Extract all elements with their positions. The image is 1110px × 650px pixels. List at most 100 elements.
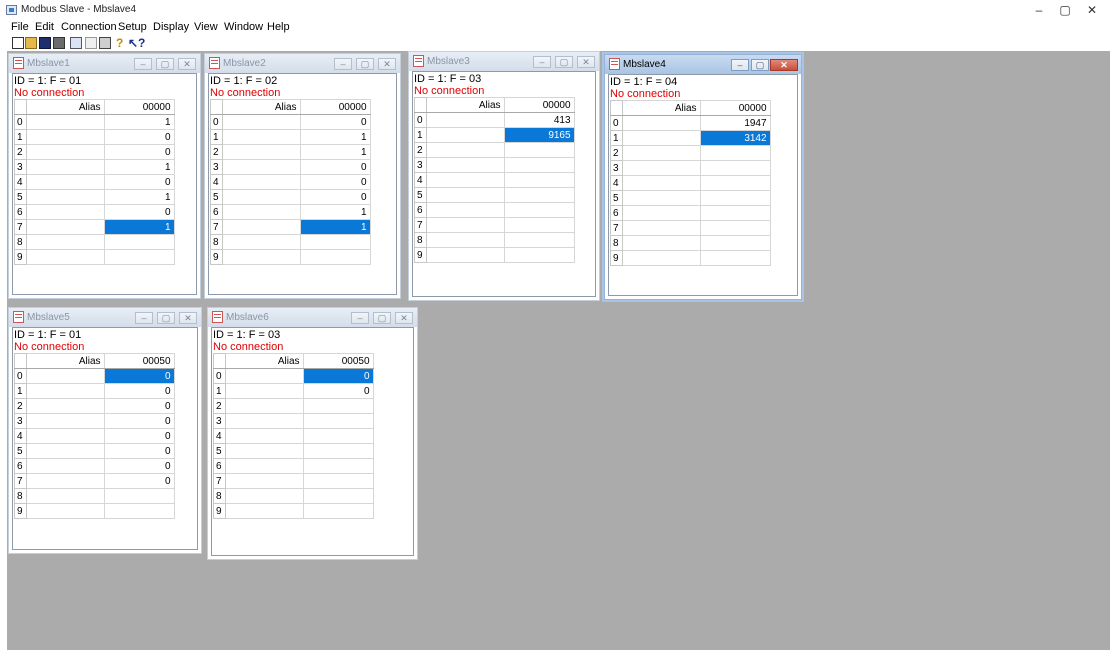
menu-connection[interactable]: Connection bbox=[61, 21, 117, 33]
value-cell[interactable]: 1 bbox=[299, 144, 371, 160]
alias-cell[interactable] bbox=[224, 428, 304, 444]
value-cell[interactable]: 0 bbox=[103, 368, 175, 384]
value-cell[interactable]: 9165 bbox=[503, 127, 575, 143]
value-cell[interactable] bbox=[302, 503, 374, 519]
printer-icon[interactable] bbox=[99, 37, 111, 49]
alias-cell[interactable] bbox=[425, 172, 505, 188]
alias-cell[interactable] bbox=[621, 130, 701, 146]
value-cell[interactable] bbox=[699, 175, 771, 191]
maximize-button[interactable]: ▢ bbox=[1051, 1, 1079, 19]
maximize-icon[interactable]: ▢ bbox=[157, 312, 175, 324]
value-cell[interactable] bbox=[503, 172, 575, 188]
value-cell[interactable]: 0 bbox=[103, 129, 175, 145]
value-cell[interactable] bbox=[302, 428, 374, 444]
alias-cell[interactable] bbox=[621, 250, 701, 266]
open-icon[interactable] bbox=[25, 37, 37, 49]
value-cell[interactable] bbox=[302, 443, 374, 459]
alias-cell[interactable] bbox=[425, 232, 505, 248]
value-cell[interactable] bbox=[302, 488, 374, 504]
value-cell[interactable]: 0 bbox=[103, 443, 175, 459]
minimize-icon[interactable]: – bbox=[533, 56, 551, 68]
alias-cell[interactable] bbox=[224, 413, 304, 429]
window-icon[interactable] bbox=[70, 37, 82, 49]
child-title-bar[interactable]: Mbslave4 – ▢ ✕ bbox=[605, 55, 801, 74]
value-cell[interactable] bbox=[302, 413, 374, 429]
alias-cell[interactable] bbox=[25, 144, 105, 160]
alias-cell[interactable] bbox=[25, 249, 105, 265]
alias-cell[interactable] bbox=[425, 217, 505, 233]
value-cell[interactable] bbox=[302, 473, 374, 489]
child-window-5[interactable]: Mbslave5 – ▢ ✕ ID = 1: F = 01 No connection Al… bbox=[8, 307, 202, 554]
menu-file[interactable]: File bbox=[11, 21, 29, 33]
alias-cell[interactable] bbox=[621, 145, 701, 161]
alias-cell[interactable] bbox=[25, 234, 105, 250]
value-cell[interactable]: 0 bbox=[103, 398, 175, 414]
value-cell[interactable] bbox=[503, 142, 575, 158]
alias-cell[interactable] bbox=[221, 249, 301, 265]
child-window-3[interactable]: Mbslave3 – ▢ ✕ ID = 1: F = 03 No connection Al… bbox=[408, 51, 600, 301]
menu-edit[interactable]: Edit bbox=[35, 21, 54, 33]
value-cell[interactable]: 0 bbox=[103, 428, 175, 444]
alias-cell[interactable] bbox=[25, 129, 105, 145]
value-cell[interactable]: 0 bbox=[103, 413, 175, 429]
alias-cell[interactable] bbox=[221, 234, 301, 250]
value-cell[interactable]: 1 bbox=[103, 219, 175, 235]
alias-cell[interactable] bbox=[425, 247, 505, 263]
alias-cell[interactable] bbox=[221, 174, 301, 190]
value-cell[interactable]: 0 bbox=[103, 383, 175, 399]
alias-cell[interactable] bbox=[25, 398, 105, 414]
close-button[interactable]: ✕ bbox=[1078, 1, 1106, 19]
value-cell[interactable]: 0 bbox=[299, 174, 371, 190]
menu-setup[interactable]: Setup bbox=[118, 21, 147, 33]
value-cell[interactable] bbox=[103, 234, 175, 250]
child-window-1[interactable]: Mbslave1 – ▢ ✕ ID = 1: F = 01 No connection Al… bbox=[8, 53, 201, 299]
child-window-6[interactable]: Mbslave6 – ▢ ✕ ID = 1: F = 03 No connection Al… bbox=[207, 307, 418, 560]
alias-cell[interactable] bbox=[425, 142, 505, 158]
alias-cell[interactable] bbox=[25, 204, 105, 220]
alias-cell[interactable] bbox=[425, 112, 505, 128]
maximize-icon[interactable]: ▢ bbox=[555, 56, 573, 68]
alias-cell[interactable] bbox=[25, 413, 105, 429]
minimize-icon[interactable]: – bbox=[731, 59, 749, 71]
new-icon[interactable] bbox=[12, 37, 24, 49]
value-cell[interactable] bbox=[103, 503, 175, 519]
help-icon[interactable]: ? bbox=[116, 37, 128, 49]
close-icon[interactable]: ✕ bbox=[179, 312, 197, 324]
child-title-bar[interactable]: Mbslave6 – ▢ ✕ bbox=[208, 308, 417, 327]
value-cell[interactable]: 0 bbox=[299, 114, 371, 130]
value-cell[interactable]: 1 bbox=[103, 189, 175, 205]
alias-cell[interactable] bbox=[221, 159, 301, 175]
child-window-2[interactable]: Mbslave2 – ▢ ✕ ID = 1: F = 02 No connection Al… bbox=[204, 53, 401, 299]
close-icon[interactable]: ✕ bbox=[577, 56, 595, 68]
alias-cell[interactable] bbox=[25, 189, 105, 205]
value-cell[interactable] bbox=[302, 458, 374, 474]
value-cell[interactable]: 0 bbox=[299, 189, 371, 205]
close-icon[interactable]: ✕ bbox=[770, 59, 798, 71]
value-cell[interactable] bbox=[299, 249, 371, 265]
alias-cell[interactable] bbox=[25, 114, 105, 130]
menu-window[interactable]: Window bbox=[224, 21, 263, 33]
maximize-icon[interactable]: ▢ bbox=[356, 58, 374, 70]
value-cell[interactable]: 0 bbox=[302, 383, 374, 399]
alias-cell[interactable] bbox=[224, 458, 304, 474]
minimize-button[interactable]: – bbox=[1025, 1, 1053, 19]
value-cell[interactable] bbox=[103, 488, 175, 504]
alias-cell[interactable] bbox=[25, 458, 105, 474]
value-cell[interactable] bbox=[699, 220, 771, 236]
alias-cell[interactable] bbox=[221, 189, 301, 205]
value-cell[interactable]: 1947 bbox=[699, 115, 771, 131]
alias-cell[interactable] bbox=[425, 157, 505, 173]
value-cell[interactable]: 413 bbox=[503, 112, 575, 128]
alias-cell[interactable] bbox=[621, 235, 701, 251]
save-icon[interactable] bbox=[39, 37, 51, 49]
alias-cell[interactable] bbox=[224, 473, 304, 489]
alias-cell[interactable] bbox=[621, 175, 701, 191]
value-cell[interactable]: 1 bbox=[299, 204, 371, 220]
value-cell[interactable] bbox=[699, 235, 771, 251]
value-cell[interactable] bbox=[302, 398, 374, 414]
value-cell[interactable] bbox=[699, 160, 771, 176]
alias-cell[interactable] bbox=[25, 488, 105, 504]
menu-display[interactable]: Display bbox=[153, 21, 189, 33]
alias-cell[interactable] bbox=[224, 443, 304, 459]
alias-cell[interactable] bbox=[425, 187, 505, 203]
